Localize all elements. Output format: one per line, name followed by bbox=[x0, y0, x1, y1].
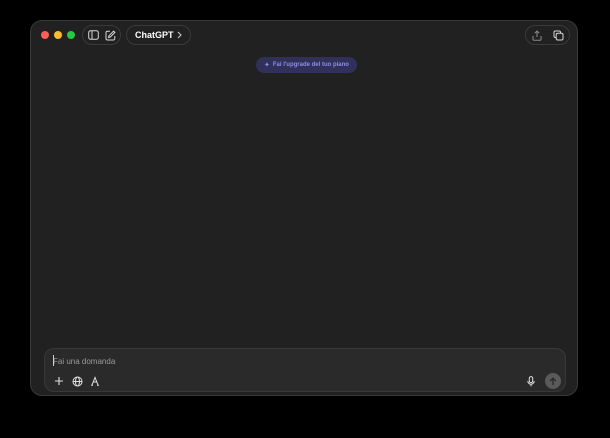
message-input[interactable] bbox=[53, 355, 453, 367]
chevron-right-icon bbox=[176, 29, 183, 41]
sidebar-icon[interactable] bbox=[87, 29, 99, 41]
app-window: ChatGPT ✦ Fai l'upgrade del tuo piano Fa… bbox=[30, 20, 578, 396]
compose-icon[interactable] bbox=[104, 29, 116, 41]
sparkle-icon: ✦ bbox=[264, 61, 270, 69]
left-toolbar bbox=[82, 25, 121, 45]
share-icon[interactable] bbox=[531, 29, 543, 41]
send-arrow-icon bbox=[549, 376, 557, 385]
upgrade-label: Fai l'upgrade del tuo piano bbox=[272, 62, 349, 68]
zoom-window-button[interactable] bbox=[67, 31, 75, 39]
tools-icon[interactable] bbox=[89, 375, 101, 387]
model-selector[interactable]: ChatGPT bbox=[126, 25, 191, 45]
message-composer bbox=[44, 348, 566, 392]
titlebar: ChatGPT bbox=[31, 21, 577, 49]
send-button[interactable] bbox=[545, 373, 561, 389]
minimize-window-button[interactable] bbox=[54, 31, 62, 39]
new-window-icon[interactable] bbox=[552, 29, 564, 41]
microphone-icon[interactable] bbox=[525, 375, 537, 387]
plus-icon[interactable] bbox=[53, 375, 65, 387]
upgrade-plan-button[interactable]: ✦ Fai l'upgrade del tuo piano bbox=[256, 57, 357, 73]
close-window-button[interactable] bbox=[41, 31, 49, 39]
globe-icon[interactable] bbox=[71, 375, 83, 387]
right-toolbar bbox=[525, 25, 570, 45]
text-caret bbox=[53, 355, 54, 366]
model-name: ChatGPT bbox=[135, 30, 174, 40]
